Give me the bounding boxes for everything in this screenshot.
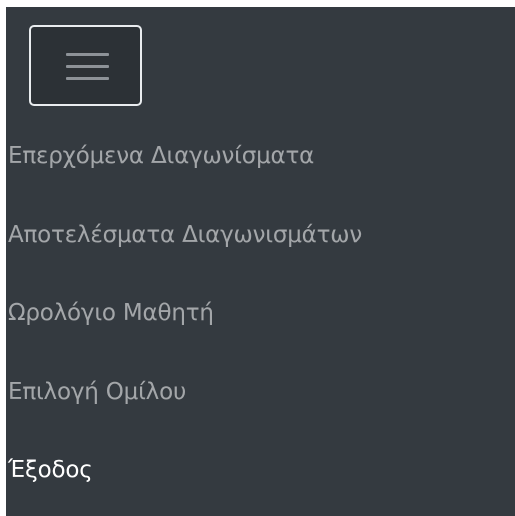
nav-item-exam-results: Αποτελέσματα Διαγωνισμάτων [6,196,515,275]
nav-link-upcoming-exams[interactable]: Επερχόμενα Διαγωνίσματα [8,143,314,169]
page-top-strip [0,0,515,7]
hamburger-line [66,53,109,56]
nav-link-select-group[interactable]: Επιλογή Ομίλου [8,379,186,405]
nav-item-upcoming-exams: Επερχόμενα Διαγωνίσματα [6,117,515,196]
nav-item-logout: Έξοδος [6,431,515,510]
hamburger-line [66,77,109,80]
hamburger-menu-icon [66,53,109,80]
navbar: Επερχόμενα Διαγωνίσματα Αποτελέσματα Δια… [6,7,515,516]
hamburger-line [66,65,109,68]
navbar-toggler-button[interactable] [29,25,142,106]
nav-link-student-timetable[interactable]: Ωρολόγιο Μαθητή [8,300,214,326]
nav-item-select-group: Επιλογή Ομίλου [6,353,515,432]
nav-link-logout[interactable]: Έξοδος [8,457,93,483]
nav-menu: Επερχόμενα Διαγωνίσματα Αποτελέσματα Δια… [6,117,515,510]
nav-item-student-timetable: Ωρολόγιο Μαθητή [6,274,515,353]
nav-link-exam-results[interactable]: Αποτελέσματα Διαγωνισμάτων [8,222,362,248]
